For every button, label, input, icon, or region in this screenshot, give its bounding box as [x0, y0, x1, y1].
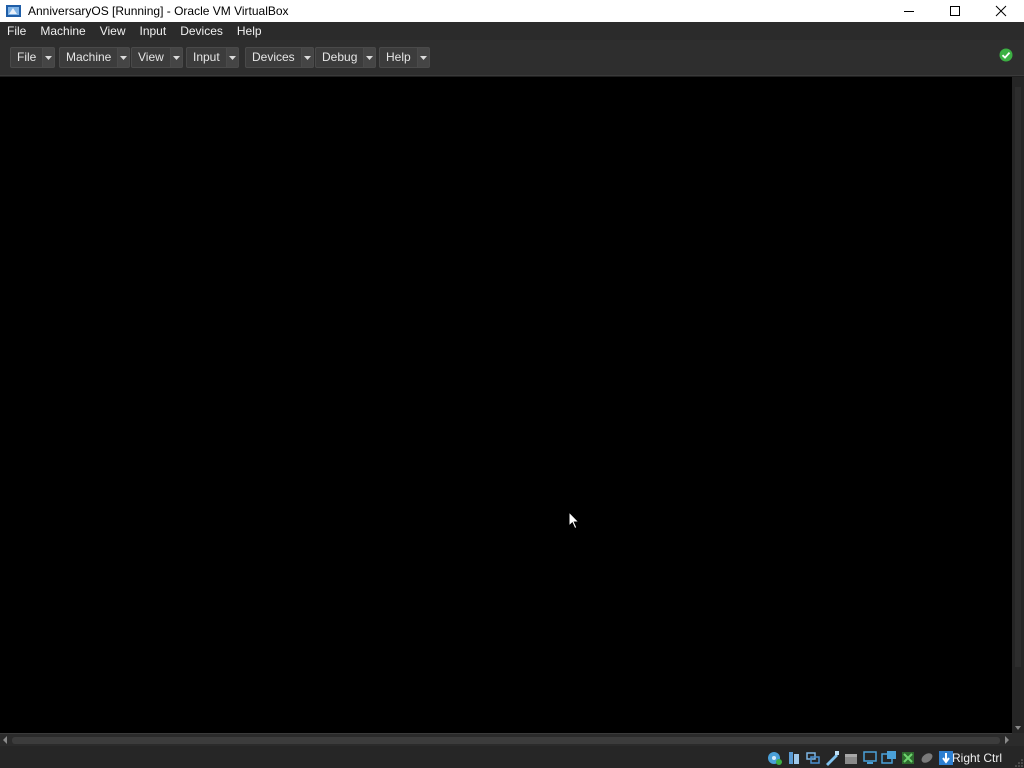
toolbar-view-button[interactable]: View	[131, 47, 171, 68]
chevron-down-icon	[366, 55, 374, 60]
menu-help[interactable]: Help	[230, 22, 269, 40]
chevron-down-icon	[228, 55, 236, 60]
horizontal-scrollbar[interactable]	[0, 733, 1012, 746]
menu-file[interactable]: File	[0, 22, 33, 40]
minimize-icon	[904, 11, 914, 12]
mouse-pointer-icon	[568, 511, 580, 530]
toolbar-input-button[interactable]: Input	[186, 47, 227, 68]
toolbar-machine-button[interactable]: Machine	[59, 47, 119, 68]
chevron-down-icon	[303, 55, 311, 60]
toolbar-help-group: Help	[379, 47, 430, 68]
toolbar-help-dropdown[interactable]	[417, 47, 430, 68]
window-title-bar: AnniversaryOS [Running] - Oracle VM Virt…	[0, 0, 1024, 22]
scroll-left-arrow-icon[interactable]	[2, 736, 8, 744]
shared-folders-icon[interactable]	[862, 750, 878, 766]
toolbar-help-button[interactable]: Help	[379, 47, 418, 68]
horizontal-scroll-thumb[interactable]	[12, 737, 1000, 744]
maximize-button[interactable]	[932, 0, 978, 22]
toolbar-view-group: View	[131, 47, 183, 68]
scroll-right-arrow-icon[interactable]	[1004, 736, 1010, 744]
chevron-down-icon	[120, 55, 128, 60]
scrollbar-corner	[1012, 733, 1024, 746]
vertical-scrollbar[interactable]	[1012, 77, 1024, 733]
maximize-icon	[950, 6, 960, 16]
toolbar-debug-dropdown[interactable]	[364, 47, 377, 68]
device-indicators	[767, 750, 954, 766]
toolbar-view-dropdown[interactable]	[170, 47, 183, 68]
cpu-icon[interactable]	[919, 750, 935, 766]
chevron-down-icon	[419, 55, 427, 60]
menu-bar: File Machine View Input Devices Help	[0, 22, 1024, 40]
toolbar-debug-button[interactable]: Debug	[315, 47, 365, 68]
check-circle-icon	[999, 48, 1013, 62]
network-icon[interactable]	[824, 750, 840, 766]
toolbar-devices-dropdown[interactable]	[301, 47, 314, 68]
scroll-down-arrow-icon[interactable]	[1015, 725, 1021, 731]
toolbar-machine-group: Machine	[59, 47, 131, 68]
menu-input[interactable]: Input	[133, 22, 174, 40]
toolbar-devices-group: Devices	[245, 47, 314, 68]
toolbar-machine-dropdown[interactable]	[118, 47, 131, 68]
menu-machine[interactable]: Machine	[33, 22, 92, 40]
audio-icon[interactable]	[805, 750, 821, 766]
video-capture-icon[interactable]	[900, 750, 916, 766]
status-bar: Right Ctrl	[0, 746, 1024, 768]
menu-view[interactable]: View	[93, 22, 133, 40]
host-key-label[interactable]: Right Ctrl	[952, 751, 1002, 765]
toolbar-input-dropdown[interactable]	[226, 47, 239, 68]
toolbar-file-button[interactable]: File	[10, 47, 44, 68]
window-title: AnniversaryOS [Running] - Oracle VM Virt…	[28, 4, 289, 18]
toolbar-debug-group: Debug	[315, 47, 377, 68]
menu-devices[interactable]: Devices	[173, 22, 230, 40]
toolbar-devices-button[interactable]: Devices	[245, 47, 302, 68]
close-button[interactable]	[978, 0, 1024, 22]
virtualbox-app-icon	[5, 3, 23, 19]
resize-grip-icon[interactable]	[1015, 759, 1023, 767]
display-icon[interactable]	[881, 750, 897, 766]
toolbar-file-group: File	[10, 47, 56, 68]
chevron-down-icon	[172, 55, 180, 60]
hard-disk-icon[interactable]	[767, 750, 783, 766]
chevron-down-icon	[45, 55, 53, 60]
vertical-scroll-track	[1015, 87, 1021, 667]
toolbar-file-dropdown[interactable]	[43, 47, 56, 68]
toolbar-input-group: Input	[186, 47, 239, 68]
mini-toolbar: File Machine View Input Devices Debug He…	[0, 40, 1024, 76]
minimize-button[interactable]	[886, 0, 932, 22]
usb-icon[interactable]	[843, 750, 859, 766]
optical-drive-icon[interactable]	[786, 750, 802, 766]
vm-display[interactable]	[0, 77, 1012, 733]
close-icon	[995, 5, 1007, 17]
